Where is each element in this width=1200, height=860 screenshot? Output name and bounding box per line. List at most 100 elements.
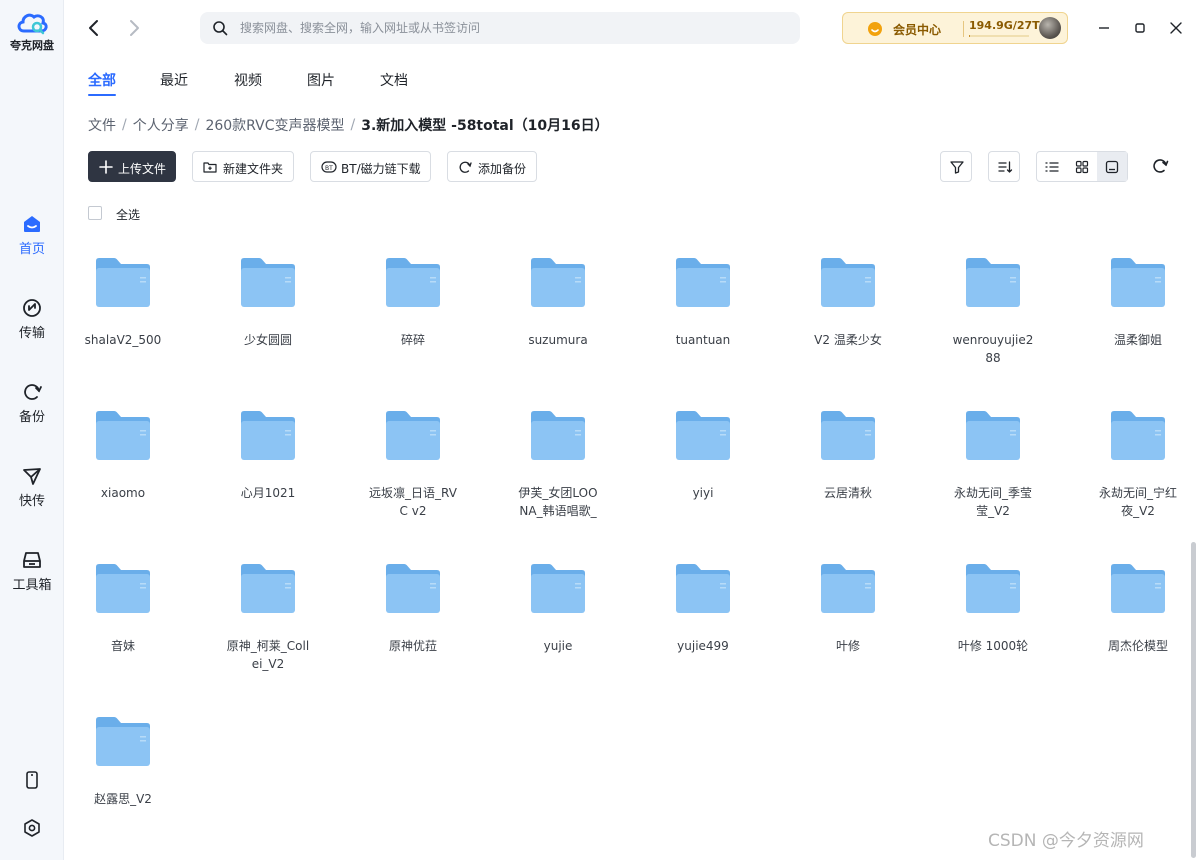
folder-icon: [676, 564, 730, 613]
folder-item[interactable]: 伊芙_女团LOONA_韩语唱歌_: [508, 408, 608, 520]
folder-item[interactable]: yujie: [508, 561, 608, 655]
refresh-icon[interactable]: [1150, 156, 1170, 176]
list-view-icon: [1045, 162, 1059, 172]
storage-usage-bar: [969, 35, 1029, 37]
folder-name: 赵露思_V2: [94, 792, 152, 806]
folder-item[interactable]: 温柔御姐: [1088, 255, 1188, 349]
breadcrumb-item[interactable]: 260款RVC变声器模型: [205, 115, 344, 135]
folder-item[interactable]: suzumura: [508, 255, 608, 349]
sidebar-item-quick-send[interactable]: 快传: [0, 466, 64, 509]
filter-icon: [950, 161, 964, 174]
home-icon: [24, 216, 40, 232]
new-folder-button[interactable]: 新建文件夹: [192, 151, 294, 182]
search-icon: [213, 21, 228, 36]
folder-icon: [966, 411, 1020, 460]
maximize-icon[interactable]: [1130, 18, 1150, 38]
search-input[interactable]: [240, 12, 780, 44]
large-icon-view-icon: [1105, 160, 1119, 174]
upload-button[interactable]: 上传文件: [88, 151, 176, 182]
folder-item[interactable]: yiyi: [653, 408, 753, 502]
folder-item[interactable]: shalaV2_500: [73, 255, 173, 349]
avatar[interactable]: [1039, 17, 1061, 39]
list-view-button[interactable]: [1037, 152, 1067, 181]
folder-item[interactable]: 心月1021: [218, 408, 318, 502]
folder-item[interactable]: tuantuan: [653, 255, 753, 349]
tab-video[interactable]: 视频: [234, 70, 262, 90]
folder-icon: [1111, 258, 1165, 307]
folder-icon: [676, 258, 730, 307]
folder-item[interactable]: yujie499: [653, 561, 753, 655]
sidebar-item-backup[interactable]: 备份: [0, 382, 64, 425]
folder-item[interactable]: 云居清秋: [798, 408, 898, 502]
upload-button-label: 上传文件: [118, 162, 167, 176]
folder-item[interactable]: xiaomo: [73, 408, 173, 502]
folder-name: 云居清秋: [823, 486, 872, 500]
folder-item[interactable]: 周杰伦模型: [1088, 561, 1188, 655]
folder-item[interactable]: wenrouyujie288: [943, 255, 1043, 367]
folder-icon: [96, 258, 150, 307]
folder-icon: [386, 564, 440, 613]
grid-view-button[interactable]: [1067, 152, 1097, 181]
folder-item[interactable]: 音妹: [73, 561, 173, 655]
folder-item[interactable]: 少女圆圆: [218, 255, 318, 349]
folder-item[interactable]: 永劫无间_宁红夜_V2: [1088, 408, 1188, 520]
folder-item[interactable]: 叶修: [798, 561, 898, 655]
folder-item[interactable]: 叶修 1000轮: [943, 561, 1043, 655]
sidebar-item-label: 工具箱: [12, 578, 52, 593]
folder-name: tuantuan: [675, 333, 731, 347]
sidebar-item-home[interactable]: 首页: [0, 214, 64, 257]
folder-icon: [821, 411, 875, 460]
folder-item[interactable]: 赵露思_V2: [73, 714, 173, 808]
svg-text:BT: BT: [325, 165, 333, 172]
bt-download-button[interactable]: BT BT/磁力链下载: [310, 151, 431, 182]
minimize-icon[interactable]: [1094, 18, 1114, 38]
folder-name: V2 温柔少女: [814, 333, 882, 347]
folder-name: yujie499: [677, 639, 729, 653]
tab-recent[interactable]: 最近: [160, 70, 188, 90]
folder-icon: [96, 564, 150, 613]
app-logo[interactable]: 夸克网盘: [0, 8, 64, 53]
close-icon[interactable]: [1166, 18, 1186, 38]
select-all-checkbox[interactable]: [88, 206, 102, 220]
forward-arrow-icon[interactable]: [122, 16, 146, 40]
settings-button[interactable]: [0, 818, 64, 838]
breadcrumb-item[interactable]: 文件: [88, 115, 116, 135]
bt-download-button-label: BT/磁力链下载: [341, 162, 421, 176]
backup-icon: [24, 384, 42, 400]
search-bar[interactable]: [200, 12, 800, 44]
folder-name: 原神_柯莱_Collei_V2: [226, 639, 310, 671]
folder-item[interactable]: 原神_柯莱_Collei_V2: [218, 561, 318, 673]
quick-send-icon: [23, 468, 41, 485]
folder-name: 永劫无间_宁红夜_V2: [1098, 486, 1177, 518]
sidebar: 夸克网盘 首页 传输 备份 快传 工具箱: [0, 0, 64, 860]
folder-icon: [241, 411, 295, 460]
folder-item[interactable]: 原神优菈: [363, 561, 463, 655]
breadcrumb-separator: /: [122, 117, 127, 133]
breadcrumb: 文件 / 个人分享 / 260款RVC变声器模型 / 3.新加入模型 -58total（10…: [88, 115, 609, 135]
folder-icon: [531, 564, 585, 613]
folder-name: 周杰伦模型: [1107, 639, 1168, 653]
folder-item[interactable]: 碎碎: [363, 255, 463, 349]
back-arrow-icon[interactable]: [82, 16, 106, 40]
tab-documents[interactable]: 文档: [380, 70, 408, 90]
folder-icon: [96, 411, 150, 460]
folder-item[interactable]: V2 温柔少女: [798, 255, 898, 349]
sidebar-item-label: 首页: [18, 242, 45, 257]
folder-item[interactable]: 远坂凛_日语_RVC v2: [363, 408, 463, 520]
folder-item[interactable]: 永劫无间_季莹莹_V2: [943, 408, 1043, 520]
breadcrumb-item[interactable]: 个人分享: [133, 115, 189, 135]
tab-images[interactable]: 图片: [307, 70, 335, 90]
vip-center[interactable]: 会员中心 194.9G/27T: [842, 12, 1068, 44]
sort-button[interactable]: [988, 151, 1020, 182]
app-name: 夸克网盘: [10, 39, 54, 52]
sidebar-item-transfer[interactable]: 传输: [0, 298, 64, 341]
large-icon-view-button[interactable]: [1097, 152, 1127, 181]
sidebar-item-toolbox[interactable]: 工具箱: [0, 550, 64, 593]
scrollbar[interactable]: [1191, 542, 1196, 858]
folder-name: 伊芙_女团LOONA_韩语唱歌_: [518, 486, 598, 518]
tab-all[interactable]: 全部: [88, 70, 116, 90]
folder-name: yujie: [543, 639, 573, 653]
filter-button[interactable]: [940, 151, 972, 182]
add-backup-button[interactable]: 添加备份: [447, 151, 537, 182]
phone-button[interactable]: [0, 770, 64, 790]
